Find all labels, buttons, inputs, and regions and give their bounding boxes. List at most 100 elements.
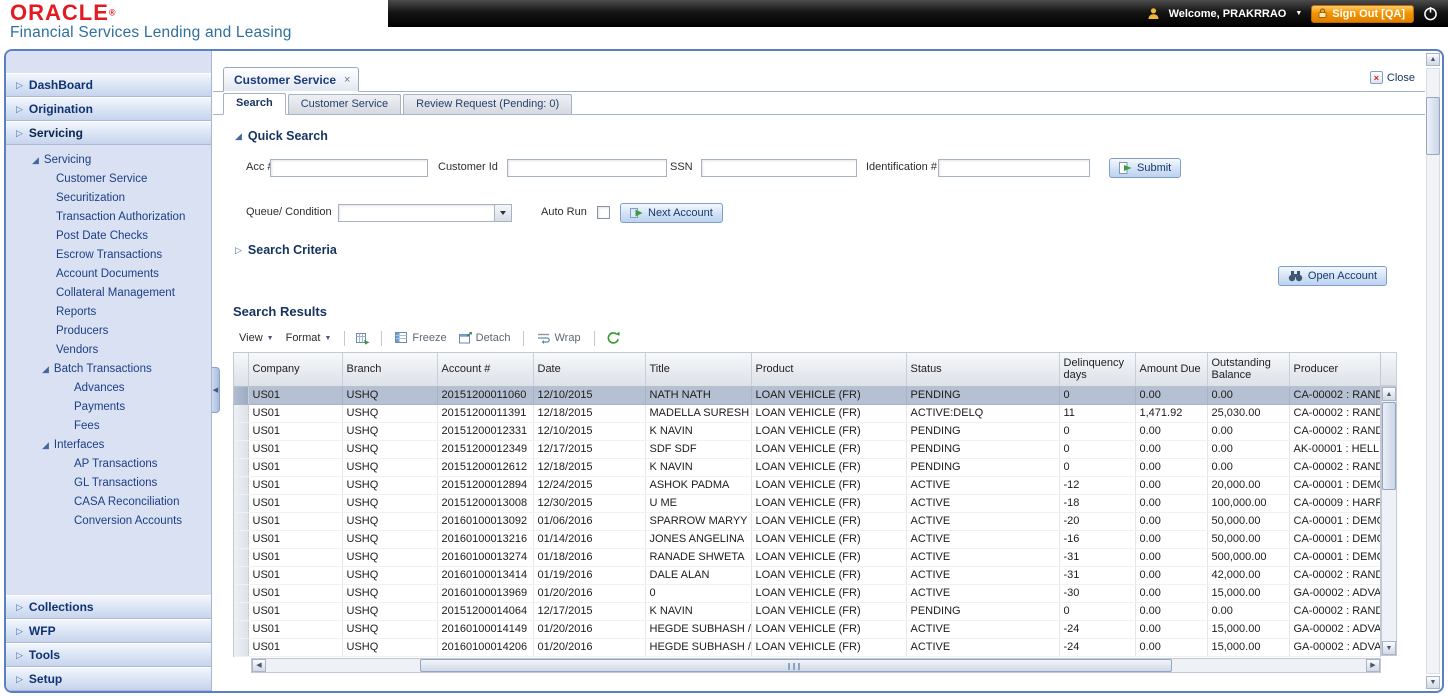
- sidebar-item-casa-reconciliation[interactable]: CASA Reconciliation: [6, 493, 211, 512]
- tree-node-servicing[interactable]: ◢ Servicing: [6, 151, 211, 170]
- col-delinquency-days[interactable]: Delinquency days: [1059, 353, 1136, 387]
- sidebar-item-advances[interactable]: Advances: [6, 379, 211, 398]
- scrollbar-thumb[interactable]: [1382, 402, 1396, 490]
- open-account-button[interactable]: Open Account: [1277, 266, 1387, 286]
- row-selector[interactable]: [234, 386, 249, 405]
- close-button[interactable]: × Close: [1369, 71, 1415, 84]
- ssn-input[interactable]: [701, 159, 857, 177]
- tree-node-label[interactable]: Batch Transactions: [54, 363, 152, 375]
- sidebar-section-tools[interactable]: ▷ Tools: [6, 643, 211, 667]
- sidebar-section-dashboard[interactable]: ▷ DashBoard: [6, 73, 211, 97]
- format-menu-button[interactable]: Format ▼: [280, 330, 338, 346]
- table-row[interactable]: US01 USHQ 20160100013969 01/20/2016 0 LOAN VE…: [234, 584, 1380, 603]
- queue-condition-select[interactable]: [338, 204, 512, 222]
- sidebar-item-reports[interactable]: Reports: [6, 303, 211, 322]
- row-selector[interactable]: [234, 620, 249, 639]
- sidebar-item-payments[interactable]: Payments: [6, 398, 211, 417]
- col-producer[interactable]: Producer: [1289, 353, 1380, 387]
- row-selector[interactable]: [234, 458, 249, 477]
- table-row[interactable]: US01 USHQ 20151200012349 12/17/2015 SDF SDF L…: [234, 440, 1380, 459]
- row-selector[interactable]: [234, 476, 249, 495]
- table-row[interactable]: US01 USHQ 20160100014149 01/20/2016 HEGDE SU…: [234, 620, 1380, 639]
- table-row[interactable]: US01 USHQ 20151200011391 12/18/2015 MADELLA …: [234, 404, 1380, 423]
- row-selector[interactable]: [234, 530, 249, 549]
- tab-search[interactable]: Search: [223, 93, 286, 115]
- row-selector[interactable]: [234, 638, 249, 657]
- scroll-left-icon[interactable]: ◀: [252, 658, 266, 672]
- expanded-node-icon[interactable]: ◢: [42, 364, 49, 374]
- welcome-text[interactable]: Welcome, PRAKRRAO: [1169, 8, 1287, 20]
- sidebar-section-servicing[interactable]: ▷ Servicing: [6, 121, 211, 145]
- acc-number-input[interactable]: [270, 159, 428, 177]
- table-row[interactable]: US01 USHQ 20160100013216 01/14/2016 JONES AN…: [234, 530, 1380, 549]
- tree-node-label[interactable]: Servicing: [44, 154, 91, 166]
- tab-customer-service[interactable]: Customer Service ×: [223, 67, 360, 92]
- col-status[interactable]: Status: [906, 353, 1060, 387]
- table-horizontal-scrollbar[interactable]: ◀ ▶: [251, 657, 1381, 673]
- sidebar-item-producers[interactable]: Producers: [6, 322, 211, 341]
- close-tab-icon[interactable]: ×: [344, 74, 350, 86]
- sidebar-section-origination[interactable]: ▷ Origination: [6, 97, 211, 121]
- sidebar-collapse-handle[interactable]: ◀: [212, 367, 220, 413]
- row-selector[interactable]: [234, 566, 249, 585]
- table-row[interactable]: US01 USHQ 20151200013008 12/30/2015 U ME LOAN…: [234, 494, 1380, 513]
- tree-node-batch-transactions[interactable]: ◢ Batch Transactions: [6, 360, 211, 379]
- table-row[interactable]: US01 USHQ 20160100013092 01/06/2016 SPARROW …: [234, 512, 1380, 531]
- wrap-button[interactable]: Wrap: [531, 330, 586, 346]
- submit-button[interactable]: Submit: [1109, 158, 1182, 178]
- table-row[interactable]: US01 USHQ 20160100013414 01/19/2016 DALE ALA…: [234, 566, 1380, 585]
- table-row[interactable]: US01 USHQ 20151200012612 12/18/2015 K NAVIN L…: [234, 458, 1380, 477]
- caret-down-icon[interactable]: ▼: [1295, 10, 1302, 17]
- table-row[interactable]: US01 USHQ 20151200014064 12/17/2015 K NAVIN L…: [234, 602, 1380, 621]
- expanded-node-icon[interactable]: ◢: [42, 440, 49, 450]
- row-selector[interactable]: [234, 404, 249, 423]
- col-title[interactable]: Title: [645, 353, 752, 387]
- power-icon[interactable]: [1423, 6, 1438, 21]
- row-selector[interactable]: [234, 512, 249, 531]
- row-selector[interactable]: [234, 422, 249, 441]
- auto-run-checkbox[interactable]: [597, 206, 610, 219]
- col-date[interactable]: Date: [533, 353, 646, 387]
- scrollbar-thumb[interactable]: [420, 658, 1172, 672]
- col-product[interactable]: Product: [751, 353, 907, 387]
- table-row[interactable]: US01 USHQ 20151200012894 12/24/2015 ASHOK PA…: [234, 476, 1380, 495]
- row-selector[interactable]: [234, 440, 249, 459]
- col-account[interactable]: Account #: [437, 353, 534, 387]
- col-outstanding-balance[interactable]: Outstanding Balance: [1207, 353, 1290, 387]
- tree-node-label[interactable]: Interfaces: [54, 439, 105, 451]
- sidebar-item-customer-service[interactable]: Customer Service: [6, 170, 211, 189]
- row-selector[interactable]: [234, 548, 249, 567]
- scroll-down-icon[interactable]: ▼: [1426, 676, 1440, 689]
- sign-out-button[interactable]: Sign Out [QA]: [1311, 4, 1414, 23]
- tab-customer-service-sub[interactable]: Customer Service: [287, 94, 402, 114]
- col-company[interactable]: Company: [248, 353, 343, 387]
- expanded-node-icon[interactable]: ◢: [32, 155, 39, 165]
- content-vertical-scrollbar[interactable]: ▲ ▼: [1425, 51, 1442, 691]
- table-vertical-scrollbar[interactable]: ▲ ▼: [1381, 386, 1397, 656]
- sidebar-item-post-date-checks[interactable]: Post Date Checks: [6, 227, 211, 246]
- col-branch[interactable]: Branch: [342, 353, 438, 387]
- dropdown-arrow-icon[interactable]: [495, 204, 512, 222]
- sidebar-item-fees[interactable]: Fees: [6, 417, 211, 436]
- sidebar-item-conversion-accounts[interactable]: Conversion Accounts: [6, 512, 211, 531]
- sidebar-item-ap-transactions[interactable]: AP Transactions: [6, 455, 211, 474]
- row-selector[interactable]: [234, 584, 249, 603]
- scroll-down-icon[interactable]: ▼: [1382, 641, 1396, 655]
- freeze-button[interactable]: Freeze: [389, 330, 452, 346]
- customer-id-input[interactable]: [507, 159, 667, 177]
- scroll-right-icon[interactable]: ▶: [1366, 658, 1380, 672]
- sidebar-item-escrow-transactions[interactable]: Escrow Transactions: [6, 246, 211, 265]
- detach-button[interactable]: Detach: [453, 330, 517, 346]
- col-amount-due[interactable]: Amount Due: [1135, 353, 1208, 387]
- table-row[interactable]: US01 USHQ 20151200011060 12/10/2015 NATH NAT…: [234, 386, 1380, 405]
- tree-node-interfaces[interactable]: ◢ Interfaces: [6, 436, 211, 455]
- sidebar-item-account-documents[interactable]: Account Documents: [6, 265, 211, 284]
- search-criteria-header[interactable]: ▷ Search Criteria: [235, 243, 1425, 257]
- export-icon[interactable]: [352, 330, 374, 347]
- sidebar-item-securitization[interactable]: Securitization: [6, 189, 211, 208]
- tab-review-request[interactable]: Review Request (Pending: 0): [403, 94, 573, 114]
- scrollbar-thumb[interactable]: [1426, 97, 1440, 155]
- sidebar-item-gl-transactions[interactable]: GL Transactions: [6, 474, 211, 493]
- scroll-up-icon[interactable]: ▲: [1382, 387, 1396, 401]
- scroll-up-icon[interactable]: ▲: [1426, 53, 1440, 66]
